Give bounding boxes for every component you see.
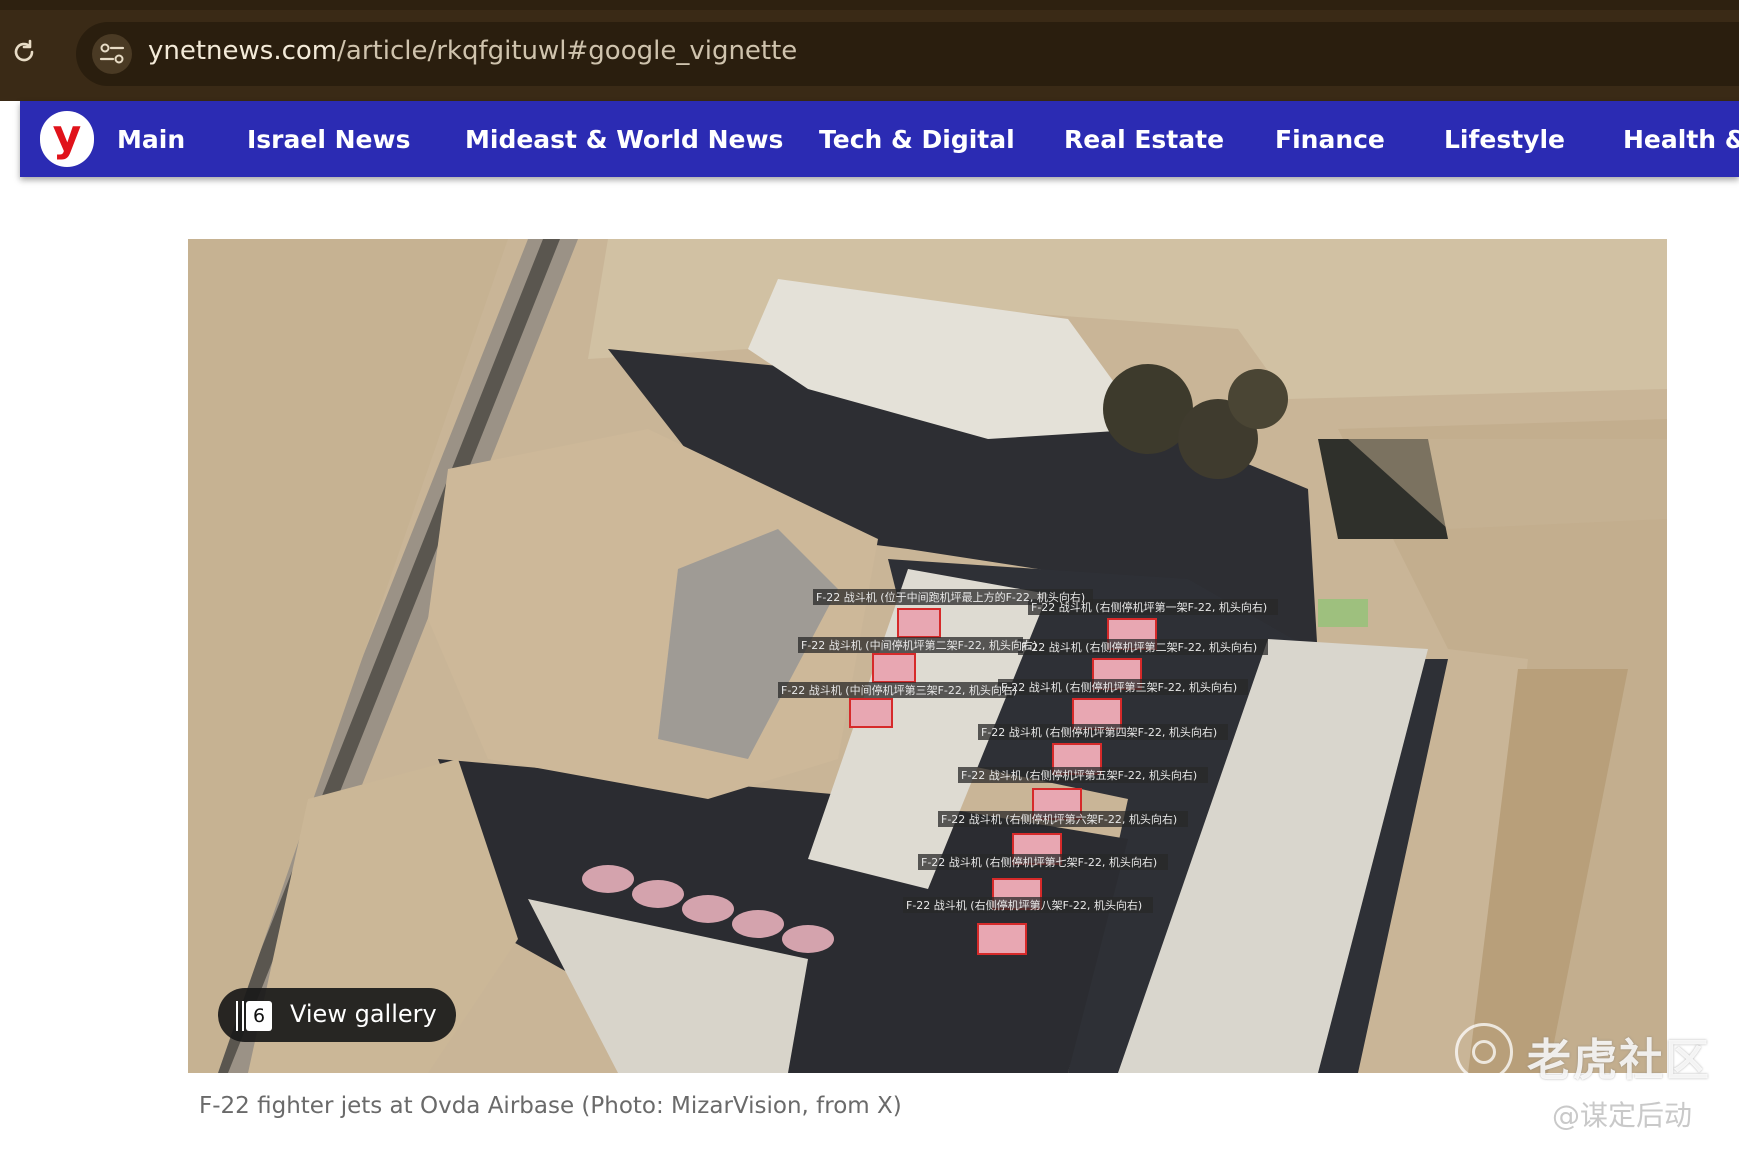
- browser-toolbar: ynetnews.com/article/rkqfgituwl#google_v…: [0, 0, 1739, 101]
- watermark-handle: @谋定后动: [1552, 1099, 1693, 1132]
- satellite-image: F-22 战斗机 (位于中间跑机坪最上方的F-22, 机头向右) F-22 战斗…: [188, 239, 1667, 1073]
- nav-item-main[interactable]: Main: [117, 125, 185, 154]
- nav-item-mideast-world-news[interactable]: Mideast & World News: [465, 125, 783, 154]
- annotation-label: F-22 战斗机 (右侧停机坪第一架F-22, 机头向右): [1031, 600, 1267, 614]
- annotation-label: F-22 战斗机 (右侧停机坪第六架F-22, 机头向右): [941, 812, 1177, 826]
- annotation-label: F-22 战斗机 (右侧停机坪第四架F-22, 机头向右): [981, 725, 1217, 739]
- site-info-icon[interactable]: [92, 34, 132, 74]
- photo-caption: F-22 fighter jets at Ovda Airbase (Photo…: [199, 1093, 902, 1119]
- nav-item-israel-news[interactable]: Israel News: [247, 125, 410, 154]
- tab-strip: [0, 0, 1739, 10]
- address-bar[interactable]: ynetnews.com/article/rkqfgituwl#google_v…: [76, 22, 1739, 86]
- annotation-label: F-22 战斗机 (中间停机坪第二架F-22, 机头向右): [801, 638, 1037, 652]
- nav-item-lifestyle[interactable]: Lifestyle: [1444, 125, 1565, 154]
- gallery-icon: 6: [236, 1001, 272, 1031]
- watermark-logo-icon: [1455, 1023, 1513, 1081]
- watermark-brand: 老虎社区: [1527, 1035, 1711, 1086]
- reload-icon[interactable]: [8, 36, 40, 68]
- nav-item-health[interactable]: Health &: [1623, 125, 1739, 154]
- nav-item-tech-digital[interactable]: Tech & Digital: [819, 125, 1015, 154]
- url-path: /article/rkqfgituwl#google_vignette: [337, 36, 798, 66]
- view-gallery-button[interactable]: 6 View gallery: [218, 988, 456, 1042]
- annotation-label: F-22 战斗机 (中间停机坪第三架F-22, 机头向右): [781, 683, 1017, 697]
- url-domain: ynetnews.com: [148, 36, 338, 66]
- ynet-logo[interactable]: y: [40, 111, 94, 167]
- annotation-label: F-22 战斗机 (右侧停机坪第五架F-22, 机头向右): [961, 768, 1197, 782]
- site-nav: y Main Israel News Mideast & World News …: [20, 101, 1739, 177]
- nav-item-finance[interactable]: Finance: [1275, 125, 1385, 154]
- annotation-label: F-22 战斗机 (右侧停机坪第二架F-22, 机头向右): [1021, 640, 1257, 654]
- annotation-label: F-22 战斗机 (右侧停机坪第八架F-22, 机头向右): [906, 898, 1142, 912]
- article-photo[interactable]: F-22 战斗机 (位于中间跑机坪最上方的F-22, 机头向右) F-22 战斗…: [188, 239, 1667, 1073]
- annotation-label: F-22 战斗机 (右侧停机坪第七架F-22, 机头向右): [921, 855, 1157, 869]
- url-text[interactable]: ynetnews.com/article/rkqfgituwl#google_v…: [148, 36, 797, 66]
- gallery-count: 6: [246, 1001, 272, 1031]
- logo-letter: y: [52, 110, 82, 161]
- nav-item-real-estate[interactable]: Real Estate: [1064, 125, 1224, 154]
- view-gallery-label: View gallery: [290, 1000, 437, 1028]
- annotation-label: F-22 战斗机 (右侧停机坪第三架F-22, 机头向右): [1001, 680, 1237, 694]
